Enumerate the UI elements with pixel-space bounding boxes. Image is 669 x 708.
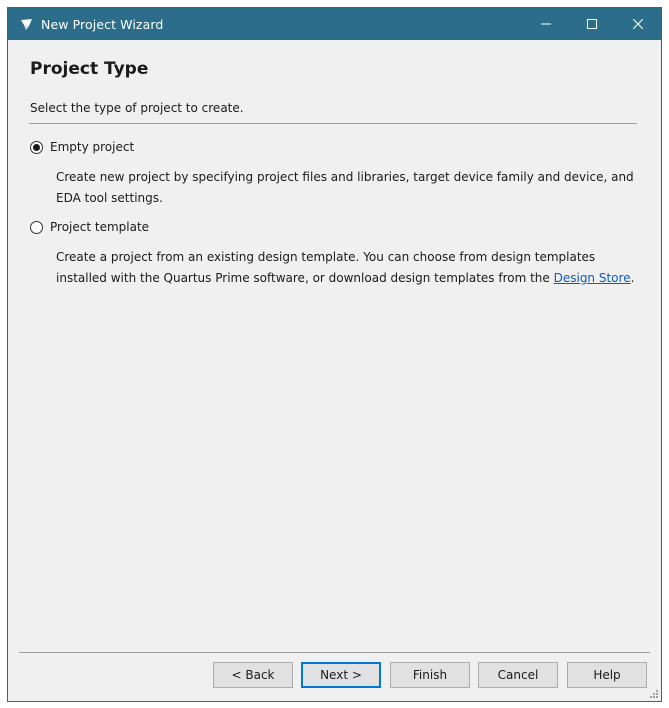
page-subtitle: Select the type of project to create. [30, 101, 244, 115]
radio-label-empty-project[interactable]: Empty project [50, 140, 134, 154]
title-bar[interactable]: New Project Wizard [8, 8, 661, 40]
window-title: New Project Wizard [41, 16, 164, 32]
radio-label-project-template[interactable]: Project template [50, 220, 149, 234]
resize-grip-icon[interactable] [649, 689, 659, 699]
design-store-link[interactable]: Design Store [554, 271, 631, 285]
next-button[interactable]: Next > [301, 662, 381, 688]
radio-project-template[interactable]: Project template [30, 220, 149, 234]
close-icon [633, 19, 643, 29]
back-button[interactable]: < Back [213, 662, 293, 688]
empty-project-description: Create new project by specifying project… [56, 170, 634, 205]
help-button[interactable]: Help [567, 662, 647, 688]
page-title: Project Type [30, 59, 149, 79]
maximize-icon [587, 19, 597, 29]
wizard-window: New Project Wizard Project Type Select t… [7, 7, 662, 702]
header-divider [29, 123, 637, 124]
minimize-button[interactable] [523, 8, 569, 40]
footer-divider [19, 652, 650, 653]
radio-button-checked[interactable] [30, 140, 43, 154]
template-description-text: Create a project from an existing design… [56, 250, 596, 285]
radio-button-unchecked[interactable] [30, 220, 43, 234]
template-description-end: . [630, 271, 635, 285]
radio-empty-project[interactable]: Empty project [30, 140, 134, 154]
cancel-button[interactable]: Cancel [478, 662, 558, 688]
maximize-button[interactable] [569, 8, 615, 40]
quartus-app-icon [19, 17, 34, 32]
close-button[interactable] [615, 8, 661, 40]
minimize-icon [541, 23, 551, 25]
finish-button[interactable]: Finish [390, 662, 470, 688]
project-template-description: Create a project from an existing design… [56, 247, 646, 289]
wizard-content: Project Type Select the type of project … [8, 40, 661, 701]
